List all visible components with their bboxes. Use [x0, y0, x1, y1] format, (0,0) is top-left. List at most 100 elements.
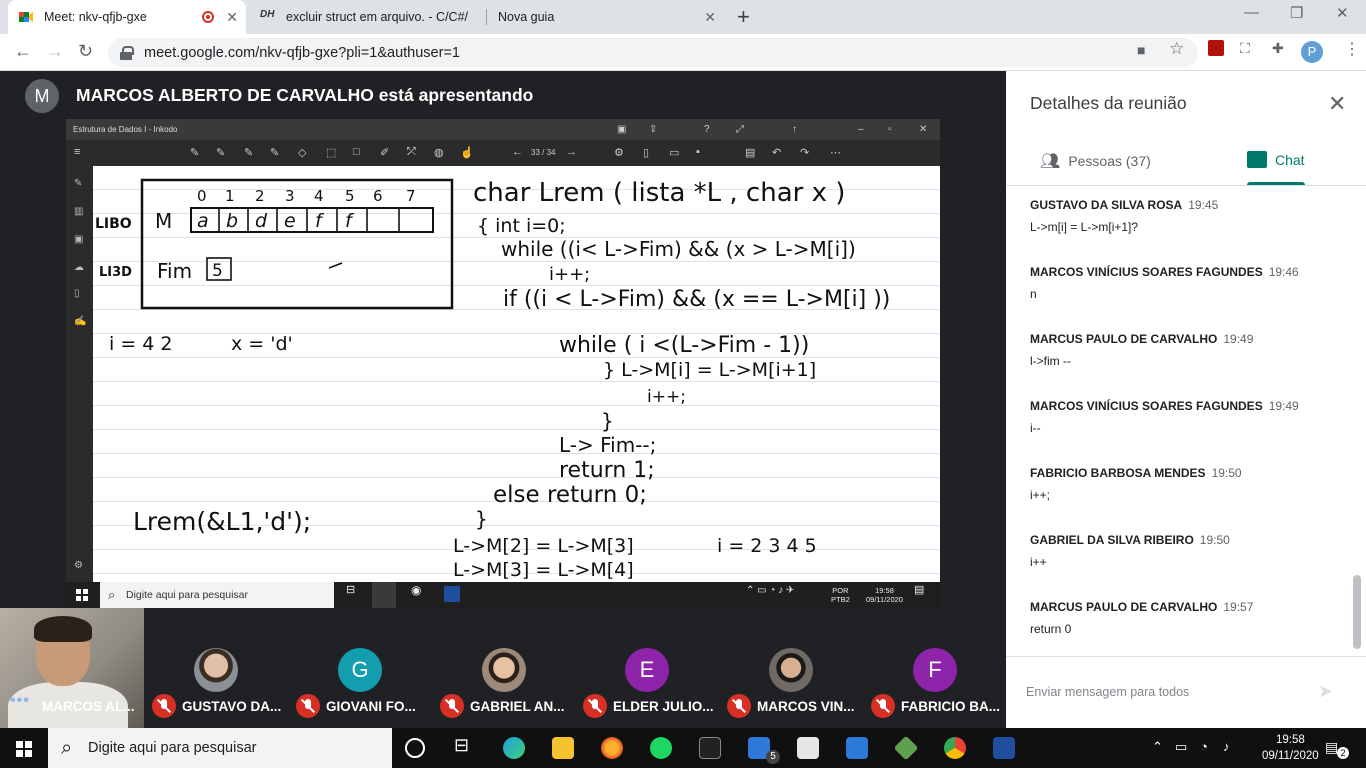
network-icon[interactable]: ▭	[1175, 739, 1187, 755]
trace-i: i = 2 3 4 5	[717, 535, 817, 557]
code-line-8: i++;	[647, 387, 686, 407]
wifi-icon[interactable]: ◔	[1200, 739, 1208, 754]
participant-tile[interactable]: F FABRICIO BA...	[863, 608, 1006, 728]
sign-icon: ✍	[74, 316, 87, 327]
message-sender: MARCUS PAULO DE CARVALHO	[1030, 332, 1218, 346]
participant-tile[interactable]: MARCOS VIN...	[719, 608, 862, 728]
tray-chevron-icon[interactable]: ⌃	[1152, 739, 1163, 755]
cell-2: d	[255, 210, 268, 232]
chat-input[interactable]: Enviar mensagem para todos	[1026, 685, 1189, 699]
x-expression: x = 'd'	[231, 333, 293, 355]
help-icon: ?	[704, 124, 710, 135]
image-icon: ▣	[74, 234, 84, 245]
code-line-2: { int i=0;	[477, 215, 566, 237]
address-bar[interactable]: meet.google.com/nkv-qfjb-gxe?pli=1&authu…	[108, 38, 1198, 67]
participant-tile[interactable]: GUSTAVO DA...	[144, 608, 287, 728]
taskbar-clock[interactable]: 19:58 09/11/2020	[1262, 732, 1319, 764]
close-icon[interactable]: ✕	[704, 9, 716, 26]
message-sender: MARCOS VINÍCIUS SOARES FAGUNDES	[1030, 265, 1263, 279]
tab-separator	[486, 9, 487, 25]
reload-icon[interactable]: ↻	[78, 41, 93, 62]
start-icon[interactable]	[16, 741, 32, 757]
camera-icon[interactable]: ■	[1137, 42, 1145, 58]
mic-off-icon	[871, 694, 895, 718]
fim-value: 5	[212, 261, 223, 281]
cloud-icon: ☁	[74, 262, 84, 273]
message-time: 19:49	[1223, 332, 1254, 346]
meeting-details-panel: Detalhes da reunião ✕ 👥︎ Pessoas (37) Ch…	[1006, 71, 1366, 728]
chat-scrollbar[interactable]	[1353, 575, 1361, 649]
terminal-icon[interactable]	[699, 737, 721, 759]
browser-toolbar: ← → ↻ meet.google.com/nkv-qfjb-gxe?pli=1…	[0, 34, 1366, 71]
undo-icon: ↶	[772, 147, 782, 159]
menu-icon[interactable]: ⋮	[1344, 39, 1360, 59]
open-folder-icon: ▭	[669, 147, 680, 159]
tab-title: excluir struct em arquivo. - C/C#/	[286, 10, 468, 24]
close-icon[interactable]: ✕	[1328, 91, 1346, 117]
participant-tile[interactable]: G GIOVANI FO...	[288, 608, 431, 728]
divider	[1006, 656, 1366, 657]
tab-meet[interactable]: Meet: nkv-qfjb-gxe ✕	[8, 0, 246, 34]
task-view-icon[interactable]: ⊟	[454, 735, 476, 757]
tab-new[interactable]: Nova guia ✕	[488, 0, 724, 34]
participant-tile-self[interactable]: ••• MARCOS AL...	[0, 608, 144, 728]
participant-name: FABRICIO BA...	[901, 699, 1001, 714]
nodejs-icon[interactable]	[893, 735, 919, 761]
close-icon: ✕	[919, 124, 928, 135]
taskbar-search[interactable]: ⌕ Digite aqui para pesquisar	[48, 728, 392, 768]
send-icon[interactable]: ➤	[1318, 681, 1333, 702]
vscode-icon[interactable]	[846, 737, 868, 759]
cortana-icon[interactable]	[405, 738, 425, 758]
file-explorer-icon[interactable]	[552, 737, 574, 759]
pdf-extension-icon[interactable]	[1208, 40, 1224, 56]
code-line-5: if ((i < L->Fim) && (x == L->M[i] ))	[503, 287, 890, 312]
participant-tile[interactable]: GABRIEL AN...	[432, 608, 575, 728]
volume-icon[interactable]: ♪	[1223, 739, 1230, 754]
pen-orange-icon: ✎	[270, 147, 280, 159]
tab-chat[interactable]: Chat	[1247, 151, 1305, 168]
store-icon[interactable]	[797, 737, 819, 759]
chrome-icon[interactable]	[944, 737, 966, 759]
index-4: 4	[314, 187, 324, 205]
windows-icon	[76, 589, 88, 601]
participant-tile[interactable]: E ELDER JULIO...	[575, 608, 718, 728]
function-call: Lrem(&L1,'d');	[133, 507, 311, 536]
minimize-icon[interactable]: —	[1244, 4, 1259, 21]
restore-icon[interactable]: ❐	[1290, 4, 1303, 22]
close-icon[interactable]: ✕	[226, 9, 238, 26]
window-close-icon[interactable]: ✕	[1336, 4, 1349, 22]
mic-off-icon	[152, 694, 176, 718]
devcpp-icon[interactable]	[993, 737, 1015, 759]
edge-icon[interactable]	[503, 737, 525, 759]
message-time: 19:50	[1199, 533, 1230, 547]
firefox-icon[interactable]	[601, 737, 623, 759]
tab-people[interactable]: 👥︎ Pessoas (37)	[1040, 151, 1151, 171]
pen-green2-icon: ✎	[244, 147, 254, 159]
spotify-icon[interactable]	[650, 737, 672, 759]
cast-icon[interactable]: ⛶	[1240, 40, 1250, 57]
avatar: F	[913, 648, 957, 692]
new-tab-icon[interactable]: +	[737, 4, 750, 30]
select-icon: ⤱	[407, 146, 416, 158]
back-icon[interactable]: ←	[14, 41, 32, 62]
devcpp-icon	[444, 586, 460, 602]
lock-icon[interactable]	[120, 45, 134, 60]
extensions-icon[interactable]: ✚	[1272, 40, 1284, 57]
code-line-12: else return 0;	[493, 482, 647, 508]
index-1: 1	[225, 187, 235, 205]
inkodo-titlebar: Estrutura de Dados I - Inkodo ▣ ⇪ ? ⤢ ↑ …	[66, 119, 940, 140]
inkodo-title: Estrutura de Dados I - Inkodo	[73, 125, 178, 134]
notification-icon: ▤	[914, 584, 925, 596]
label-m: M	[155, 209, 172, 233]
code-line-11: return 1;	[559, 458, 655, 483]
meet-stage: M MARCOS ALBERTO DE CARVALHO está aprese…	[0, 71, 1006, 608]
prev-page-icon: ←	[512, 146, 523, 158]
forward-icon[interactable]: →	[46, 41, 64, 62]
windows-taskbar: ⌕ Digite aqui para pesquisar ⊟ 5 ⌃ ▭ ◔ ♪…	[0, 728, 1366, 768]
bookmark-star-icon[interactable]: ☆	[1169, 39, 1184, 59]
clipboard-icon: ▯	[74, 288, 80, 299]
profile-avatar[interactable]: P	[1301, 41, 1323, 63]
tab-forum[interactable]: DH excluir struct em arquivo. - C/C#/	[250, 0, 482, 34]
index-0: 0	[197, 187, 207, 205]
code-line-4: i++;	[549, 264, 590, 285]
